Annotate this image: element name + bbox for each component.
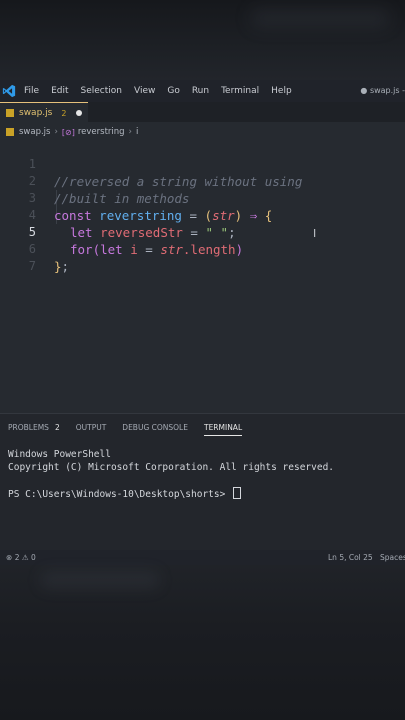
window-title: ● swap.js - <box>360 86 405 95</box>
warning-icon: ⚠ <box>21 553 29 562</box>
problems-count-badge: 2 <box>54 423 60 432</box>
bottom-panel: PROBLEMS 2 OUTPUT DEBUG CONSOLE TERMINAL … <box>0 413 405 551</box>
menu-selection[interactable]: Selection <box>81 86 122 96</box>
breadcrumb: swap.js › [⊘] reverstring › i <box>6 125 138 139</box>
chevron-right-icon: › <box>128 127 132 137</box>
terminal-line: Windows PowerShell <box>8 449 111 460</box>
menu-file[interactable]: File <box>24 86 39 96</box>
code-semicolon: ; <box>61 259 70 274</box>
status-bar: ⊗ 2 ⚠ 0 Ln 5, Col 25 Spaces <box>0 550 405 565</box>
javascript-file-icon <box>6 128 14 136</box>
terminal-output[interactable]: Windows PowerShell Copyright (C) Microso… <box>8 448 334 500</box>
error-icon: ⊗ <box>6 553 13 562</box>
tab-output[interactable]: OUTPUT <box>76 423 107 436</box>
editor-tab-bar: swap.js 2 <box>0 102 405 123</box>
tab-filename: swap.js <box>19 108 53 118</box>
code-line: 7 <box>0 241 405 273</box>
terminal-line: Copyright (C) Microsoft Corporation. All… <box>8 462 335 473</box>
code-line: 2 //built in methods <box>0 156 405 206</box>
menu-bar: File Edit Selection View Go Run Terminal… <box>0 80 405 102</box>
breadcrumb-symbol[interactable]: reverstring <box>78 127 125 137</box>
tab-problems-label: PROBLEMS <box>8 423 49 432</box>
line-number: 7 <box>28 259 36 273</box>
code-line: 6 }; <box>0 224 405 274</box>
mouse-ibeam-icon: I <box>313 227 317 240</box>
warning-count: 0 <box>30 553 36 562</box>
vscode-logo-icon <box>2 84 16 98</box>
terminal-prompt-line: PS C:\Users\Windows-10\Desktop\shorts> <box>8 487 334 500</box>
code-brace: } <box>54 259 62 274</box>
tab-swap-js[interactable]: swap.js 2 <box>0 102 89 123</box>
chevron-right-icon: › <box>54 127 58 137</box>
javascript-file-icon <box>6 109 14 117</box>
error-count: 2 <box>14 553 20 562</box>
status-cursor-position[interactable]: Ln 5, Col 25 <box>328 553 373 562</box>
status-indentation[interactable]: Spaces <box>380 553 405 562</box>
terminal-cursor <box>233 487 242 499</box>
code-line: 5 for(let i = str.length) <box>0 207 405 257</box>
tab-problems[interactable]: PROBLEMS 2 <box>8 423 60 436</box>
tab-debug-console[interactable]: DEBUG CONSOLE <box>122 423 188 436</box>
breadcrumb-trailing[interactable]: i <box>136 127 138 137</box>
menu-terminal[interactable]: Terminal <box>221 86 259 96</box>
code-line: 1 //reversed a string without using <box>0 139 405 189</box>
tab-terminal[interactable]: TERMINAL <box>203 423 243 436</box>
blurred-top-background <box>0 0 405 80</box>
menu-edit[interactable]: Edit <box>51 86 68 96</box>
breadcrumb-file[interactable]: swap.js <box>19 127 50 137</box>
panel-tabs: PROBLEMS 2 OUTPUT DEBUG CONSOLE TERMINAL <box>8 423 258 436</box>
menu-run[interactable]: Run <box>192 86 209 96</box>
code-line: 3 const reverstring = (str) ⇒ { <box>0 173 405 223</box>
unsaved-dot-icon[interactable] <box>76 110 83 116</box>
status-problems[interactable]: ⊗ 2 ⚠ 0 <box>6 553 36 562</box>
terminal-prompt: PS C:\Users\Windows-10\Desktop\shorts> <box>8 489 232 500</box>
blurred-bottom-background <box>0 565 405 720</box>
symbol-variable-icon: [⊘] <box>61 127 75 137</box>
menu-help[interactable]: Help <box>271 86 292 96</box>
code-editor[interactable]: 1 //reversed a string without using 2 //… <box>0 139 405 274</box>
menu-go[interactable]: Go <box>167 86 179 96</box>
code-line: 4 let reversedStr = " "; <box>0 190 405 240</box>
menu-view[interactable]: View <box>134 86 155 96</box>
vscode-window: File Edit Selection View Go Run Terminal… <box>0 80 405 565</box>
tab-problem-count: 2 <box>61 108 67 118</box>
